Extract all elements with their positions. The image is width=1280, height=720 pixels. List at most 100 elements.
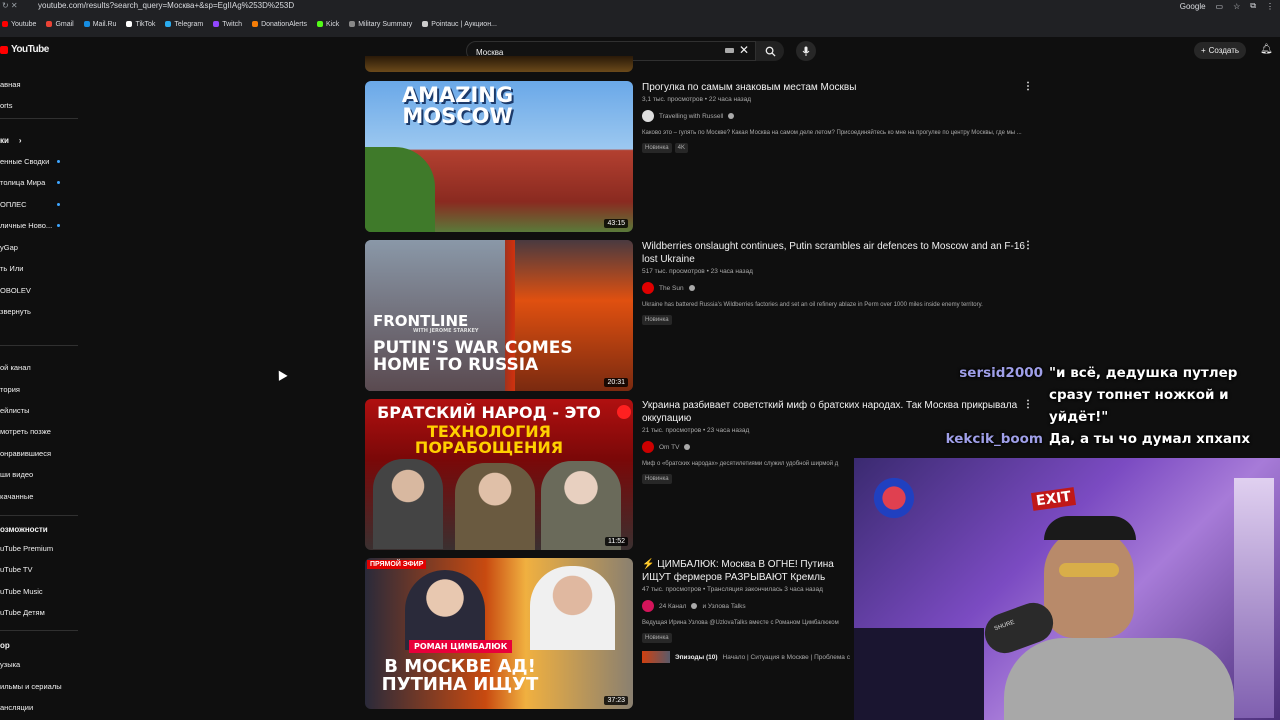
thumbnail-text: AMAZING	[401, 83, 514, 107]
video-thumbnail[interactable]: БРАТСКИЙ НАРОД - ЭТО ТЕХНОЛОГИЯ ПОРАБОЩЕ…	[365, 399, 633, 550]
sidebar-item[interactable]: ть Или	[0, 264, 23, 273]
channel-row[interactable]: The Sun	[642, 282, 1032, 294]
video-thumbnail[interactable]: AMAZING MOSCOW 43:15	[365, 81, 633, 232]
url-text[interactable]: youtube.com/results?search_query=Москва+…	[38, 1, 294, 10]
sidebar-item[interactable]: ОПЛЕС	[0, 200, 27, 209]
sidebar-item[interactable]: orts	[0, 101, 13, 110]
sidebar-item[interactable]: uTube TV	[0, 565, 33, 574]
sidebar-item[interactable]: качанные	[0, 492, 33, 501]
search-button[interactable]	[756, 41, 784, 61]
bookmark-item[interactable]: DonationAlerts	[252, 21, 307, 28]
bookmark-item[interactable]: Kick	[316, 20, 340, 28]
sidebar-item[interactable]: авная	[0, 80, 21, 89]
bookmark-item[interactable]: Military Summary	[349, 21, 412, 28]
sidebar-item[interactable]: толица Мира	[0, 178, 45, 187]
youtube-logo[interactable]: YouTube	[0, 44, 49, 55]
bookmark-item[interactable]: TikTok	[126, 21, 155, 28]
sidebar-item[interactable]: uTube Premium	[0, 544, 53, 553]
more-actions-icon[interactable]: ⋮	[1023, 81, 1033, 92]
bookmark-favicon-icon	[252, 21, 259, 27]
verified-icon	[691, 603, 698, 609]
sidebar-item[interactable]: OBOLEV	[0, 286, 31, 295]
channel-name[interactable]: Travelling with Russell	[659, 113, 723, 120]
notifications-bell-icon[interactable]: 🔔︎	[1260, 44, 1273, 55]
sidebar-item-label: orts	[0, 101, 13, 110]
badge-new: Новинка	[642, 315, 672, 325]
channel-name[interactable]: Om TV	[659, 444, 679, 451]
video-duration: 20:31	[604, 378, 628, 387]
video-thumbnail[interactable]: FRONTLINE WITH JEROME STARKEY PUTIN'S WA…	[365, 240, 633, 391]
address-bar[interactable]: ↻ ✕ youtube.com/results?search_query=Мос…	[0, 0, 1280, 12]
sidebar-item[interactable]: yGap	[0, 243, 18, 252]
sidebar-item[interactable]: uTube Детям	[0, 608, 45, 617]
channel-row[interactable]: 24 Канал и Узлова Talks	[642, 600, 854, 612]
chat-message: kekcik_boom Да, а ты чо думал хпхапх	[930, 428, 1275, 450]
bookmark-item[interactable]: Gmail	[46, 21, 74, 28]
sidebar-item[interactable]: онравившиеся	[0, 449, 51, 458]
reload-icon[interactable]: ↻ ✕	[2, 1, 18, 10]
sidebar-item[interactable]: личные Ново...	[0, 221, 52, 230]
streamer-face	[1044, 528, 1134, 638]
channel-avatar[interactable]	[642, 600, 654, 612]
sidebar-divider	[0, 630, 78, 631]
clear-search-icon[interactable]: ✕	[739, 43, 749, 57]
dark-foreground	[854, 628, 984, 720]
bookmark-label: Mail.Ru	[92, 20, 117, 28]
bookmark-item[interactable]: Twitch	[213, 21, 242, 28]
sidebar-item[interactable]: енные Сводки	[0, 157, 49, 166]
person-image	[455, 463, 535, 550]
sidebar-item[interactable]: ильмы и сериалы	[0, 682, 62, 691]
menu-icon[interactable]: ⋮	[1266, 2, 1274, 11]
channel-name-extra[interactable]: и Узлова Talks	[702, 603, 745, 610]
bookmark-item[interactable]: Youtube	[2, 21, 36, 28]
sidebar-item[interactable]: озможности	[0, 525, 48, 534]
sidebar-item[interactable]: uTube Music	[0, 587, 43, 596]
chat-text: "и всё, дедушка путлер сразу топнет ножк…	[1049, 362, 1269, 428]
sidebar-item[interactable]: тория	[0, 385, 20, 394]
video-title[interactable]: Wildberries onslaught continues, Putin s…	[642, 240, 1032, 266]
channel-avatar[interactable]	[642, 110, 654, 122]
sidebar-item[interactable]: ор	[0, 641, 10, 650]
extensions-icon[interactable]: ⧉	[1250, 1, 1256, 11]
channel-avatar[interactable]	[642, 282, 654, 294]
bookmark-item[interactable]: Pointauc | Аукцион...	[422, 21, 497, 28]
video-thumbnail[interactable]: ПРЯМОЙ ЭФИР РОМАН ЦИМБАЛЮК В МОСКВЕ АД! …	[365, 558, 633, 709]
bookmark-item[interactable]: Mail.Ru	[83, 20, 117, 28]
sidebar-item[interactable]: звернуть	[0, 307, 31, 316]
more-actions-icon[interactable]: ⋮	[1023, 240, 1033, 251]
sidebar-item[interactable]: ки ›	[0, 136, 22, 145]
sidebar-item[interactable]: ши видео	[0, 470, 33, 479]
bookmark-favicon-icon	[316, 21, 323, 27]
bookmark-item[interactable]: Telegram	[165, 21, 203, 28]
keyboard-icon[interactable]	[725, 48, 734, 53]
star-icon[interactable]: ☆	[1233, 2, 1240, 11]
sidebar-item-label: тория	[0, 385, 20, 394]
video-duration: 37:23	[604, 696, 628, 705]
episodes-row[interactable]: Эпизоды (10) Начало | Ситуация в Москве …	[642, 651, 854, 663]
sidebar-item[interactable]: ой канал	[0, 363, 31, 372]
video-result[interactable]: AMAZING MOSCOW 43:15 Прогулка по самым з…	[365, 81, 1045, 233]
chat-line: "и всё, дедушка путлер	[1049, 365, 1238, 381]
sidebar-item[interactable]: узыка	[0, 660, 20, 669]
bookmark-favicon-icon	[46, 21, 53, 27]
channel-row[interactable]: Travelling with Russell	[642, 110, 1032, 122]
sidebar-item-label: озможности	[0, 525, 48, 534]
channel-name[interactable]: The Sun	[659, 285, 684, 292]
previous-video-thumbnail[interactable]	[365, 56, 633, 72]
cast-icon[interactable]: ▭	[1216, 2, 1224, 11]
new-content-dot	[57, 203, 60, 206]
google-profile-label[interactable]: Google	[1180, 2, 1206, 11]
sidebar-item[interactable]: ансляции	[0, 703, 33, 712]
bookmark-label: Kick	[325, 20, 340, 28]
create-button[interactable]: + Создать	[1194, 42, 1246, 59]
channel-name[interactable]: 24 Канал	[659, 603, 686, 610]
video-title[interactable]: Прогулка по самым знаковым местам Москвы	[642, 81, 1032, 94]
voice-search-button[interactable]	[796, 41, 816, 61]
video-title[interactable]: ⚡ ЦИМБАЛЮК: Москва В ОГНЕ! Путина ИЩУТ ф…	[642, 558, 854, 584]
sidebar-item-label: узыка	[0, 660, 21, 669]
channel-avatar[interactable]	[642, 441, 654, 453]
sidebar-item[interactable]: мотреть позже	[0, 427, 51, 436]
live-badge: ПРЯМОЙ ЭФИР	[367, 560, 427, 569]
sidebar-item[interactable]: ейлисты	[0, 406, 30, 415]
badges: Новинка	[642, 633, 854, 643]
